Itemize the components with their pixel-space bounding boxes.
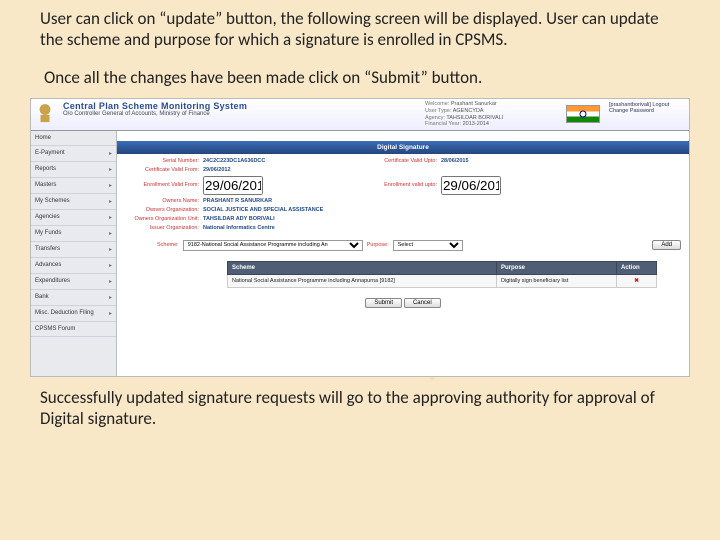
cell-purpose: Digitally sign beneficiary list — [497, 274, 617, 287]
chevron-right-icon: ▸ — [109, 246, 112, 253]
chevron-right-icon: ▸ — [109, 182, 112, 189]
sidebar-item-label: Transfers — [35, 246, 60, 252]
cpsms-app-window: Central Plan Scheme Monitoring System O/… — [30, 98, 690, 377]
welcome-user: Prashant Sanurkar — [451, 101, 497, 107]
fy-label: Financial Year: — [425, 121, 461, 127]
instruction-para-3: Successfully updated signature requests … — [0, 387, 720, 430]
issuer-value: National Informatics Centre — [203, 225, 343, 231]
sidebar-item-bank[interactable]: Bank ▸ — [31, 290, 116, 306]
main-panel: Digital Signature Serial Number: 24C2C22… — [117, 131, 689, 376]
sidebar-item-advances[interactable]: Advances ▸ — [31, 258, 116, 274]
app-subtitle: O/o Controller General of Accounts, Mini… — [63, 111, 285, 117]
account-block: [prashantborivali] Logout Change Passwor… — [605, 99, 689, 130]
scheme-select[interactable]: 9182-National Social Assistance Programm… — [183, 240, 363, 251]
instruction-para-1: User can click on “update” button, the f… — [0, 8, 720, 51]
change-password-link[interactable]: Change Password — [609, 108, 685, 114]
purpose-label: Purpose: — [367, 242, 389, 248]
certvalid-value: 29/06/2012 — [203, 167, 343, 173]
app-header: Central Plan Scheme Monitoring System O/… — [31, 99, 689, 131]
add-button[interactable]: Add — [652, 240, 681, 250]
welcome-block: Welcome: Prashant Sanurkar User Type: AG… — [421, 99, 561, 130]
chevron-right-icon: ▸ — [109, 230, 112, 237]
orgunit-value: TAHSILDAR ADY BORIVALI — [203, 216, 343, 222]
certvalid-label: Certificate Valid From: — [125, 167, 203, 173]
sidebar-item-label: Home — [35, 135, 51, 141]
serial-label: Serial Number: — [125, 158, 203, 164]
sidebar-item-reports[interactable]: Reports ▸ — [31, 162, 116, 178]
sidebar-item-masters[interactable]: Masters ▸ — [31, 178, 116, 194]
sidebar-item-agencies[interactable]: Agencies ▸ — [31, 210, 116, 226]
sidebar-item-label: Bank — [35, 294, 49, 300]
app-title: Central Plan Scheme Monitoring System — [63, 101, 285, 111]
scheme-table: Scheme Purpose Action National Social As… — [227, 261, 657, 288]
sidebar-item-label: Misc. Deduction Filing — [35, 310, 94, 316]
chevron-right-icon: ▸ — [109, 262, 112, 269]
chevron-right-icon: ▸ — [109, 166, 112, 173]
scheme-label: Scheme: — [157, 242, 179, 248]
sidebar-item-cpsmsforum[interactable]: CPSMS Forum — [31, 322, 116, 337]
sidebar-item-myschemes[interactable]: My Schemes ▸ — [31, 194, 116, 210]
cancel-button[interactable]: Cancel — [404, 298, 441, 308]
certupto-value: 28/06/2015 — [441, 158, 469, 164]
chevron-right-icon: ▸ — [109, 294, 112, 301]
fy-value: 2013-2014 — [463, 121, 489, 127]
enrollupto-label: Enrollment valid upto: — [343, 182, 441, 188]
sidebar-item-epayment[interactable]: E-Payment ▸ — [31, 146, 116, 162]
col-purpose: Purpose — [497, 261, 617, 274]
agency-value: TAHSILDAR BORIVALI — [446, 115, 503, 121]
owner-value: PRASHANT R SANURKAR — [203, 198, 343, 204]
signature-details: Serial Number: 24C2C223DC1A636DCC Certif… — [117, 154, 689, 236]
sidebar-item-label: Masters — [35, 182, 56, 188]
sidebar-item-miscdeduction[interactable]: Misc. Deduction Filing ▸ — [31, 306, 116, 322]
app-title-block: Central Plan Scheme Monitoring System O/… — [59, 99, 289, 130]
org-value: SOCIAL JUSTICE AND SPECIAL ASSISTANCE — [203, 207, 343, 213]
sidebar: Home E-Payment ▸ Reports ▸ Masters ▸ My Sch… — [31, 131, 117, 376]
sidebar-item-expenditures[interactable]: Expenditures ▸ — [31, 274, 116, 290]
scheme-purpose-row: Scheme: 9182-National Social Assistance … — [117, 236, 689, 255]
agency-label: Agency: — [425, 115, 445, 121]
enrollfrom-label: Enrollment Valid From: — [125, 182, 203, 188]
table-row: National Social Assistance Programme inc… — [228, 274, 657, 287]
sidebar-item-home[interactable]: Home — [31, 131, 116, 146]
instruction-para-2: Once all the changes have been made clic… — [0, 67, 720, 88]
sidebar-item-label: Expenditures — [35, 278, 70, 284]
sidebar-item-label: Agencies — [35, 214, 60, 220]
sidebar-item-label: My Schemes — [35, 198, 70, 204]
sidebar-item-label: CPSMS Forum — [35, 326, 75, 332]
emblem-icon — [31, 99, 59, 130]
owner-label: Owners Name: — [125, 198, 203, 204]
welcome-label: Welcome: — [425, 101, 449, 107]
certupto-label: Certificate Valid Upto: — [343, 158, 441, 164]
sidebar-item-label: Reports — [35, 166, 56, 172]
cell-scheme: National Social Assistance Programme inc… — [228, 274, 497, 287]
sidebar-item-transfers[interactable]: Transfers ▸ — [31, 242, 116, 258]
sidebar-item-label: My Funds — [35, 230, 61, 236]
submit-button[interactable]: Submit — [365, 298, 402, 308]
col-scheme: Scheme — [228, 261, 497, 274]
usertype-value: AGENCYDA — [453, 108, 484, 114]
usertype-label: User Type: — [425, 108, 452, 114]
chevron-right-icon: ▸ — [109, 214, 112, 221]
chevron-right-icon: ▸ — [109, 198, 112, 205]
org-label: Owners Organization: — [125, 207, 203, 213]
enrollfrom-field[interactable] — [203, 176, 263, 195]
sidebar-item-myfunds[interactable]: My Funds ▸ — [31, 226, 116, 242]
section-title: Digital Signature — [117, 141, 689, 154]
chevron-right-icon: ▸ — [109, 278, 112, 285]
chevron-right-icon: ▸ — [109, 310, 112, 317]
sidebar-item-label: Advances — [35, 262, 61, 268]
purpose-select[interactable]: Select — [393, 240, 463, 251]
flag-icon — [561, 99, 605, 130]
issuer-label: Issuer Organization: — [125, 225, 203, 231]
delete-row-icon[interactable]: ✖ — [617, 274, 657, 287]
col-action: Action — [617, 261, 657, 274]
enrollupto-field[interactable] — [441, 176, 501, 195]
sidebar-item-label: E-Payment — [35, 150, 65, 156]
serial-value: 24C2C223DC1A636DCC — [203, 158, 343, 164]
chevron-right-icon: ▸ — [109, 150, 112, 157]
orgunit-label: Owners Organization Unit: — [125, 216, 203, 222]
